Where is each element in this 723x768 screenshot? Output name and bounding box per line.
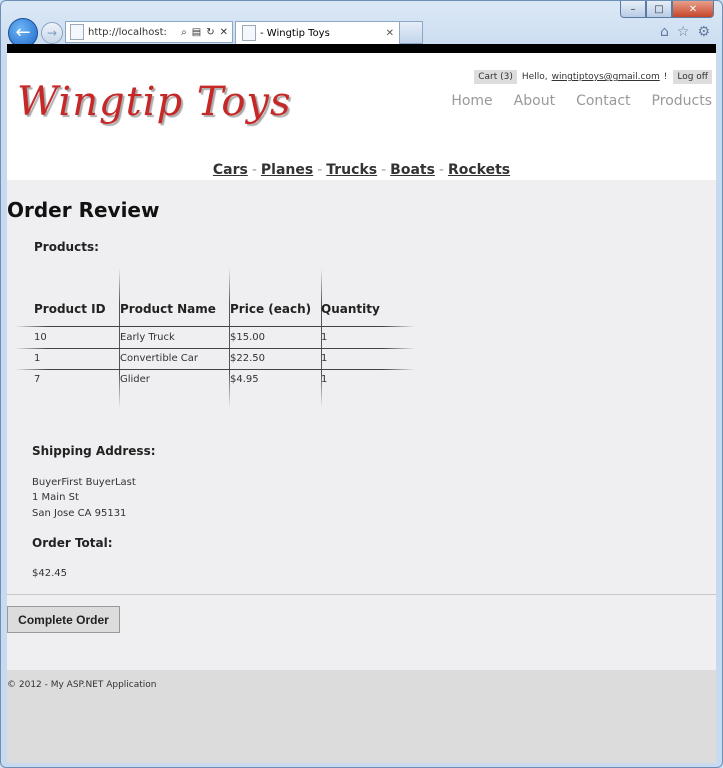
col-header-product-id: Product ID	[34, 302, 106, 316]
cart-link[interactable]: Cart (3)	[474, 70, 517, 84]
divider	[7, 594, 716, 595]
page-title: Order Review	[7, 198, 160, 222]
cell-product-id: 10	[34, 332, 47, 343]
site-header: Wingtip Toys Cart (3) Hello, wingtiptoys…	[7, 53, 716, 180]
tab-title: - Wingtip Toys	[260, 27, 330, 39]
logoff-link[interactable]: Log off	[673, 70, 712, 84]
category-boats[interactable]: Boats	[390, 162, 435, 178]
stop-icon[interactable]: ✕	[220, 27, 228, 38]
col-header-product-name: Product Name	[120, 302, 216, 316]
new-tab-button[interactable]	[399, 21, 423, 44]
products-label: Products:	[34, 240, 99, 254]
favorites-star-icon[interactable]: ☆	[677, 24, 690, 40]
address-line: San Jose CA 95131	[32, 508, 127, 519]
grid-rule	[15, 326, 415, 327]
tab-page-icon	[242, 25, 256, 41]
nav-products[interactable]: Products	[652, 93, 712, 109]
url-text: http://localhost:	[88, 26, 167, 38]
cell-quantity: 1	[321, 353, 328, 364]
settings-gear-icon[interactable]: ⚙	[697, 24, 710, 40]
order-total-label: Order Total:	[32, 536, 113, 550]
category-cars[interactable]: Cars	[213, 162, 248, 178]
cell-quantity: 1	[321, 374, 328, 385]
cell-product-name: Glider	[120, 374, 150, 385]
grid-rule	[15, 348, 415, 349]
grid-rule	[15, 369, 415, 370]
cell-product-name: Convertible Car	[120, 353, 198, 364]
cell-product-id: 7	[34, 374, 41, 385]
cell-price: $22.50	[230, 353, 265, 364]
browser-tab[interactable]: - Wingtip Toys ✕	[235, 21, 401, 44]
cell-product-id: 1	[34, 353, 41, 364]
compat-icon[interactable]: ▤	[192, 27, 201, 38]
shipping-label: Shipping Address:	[32, 444, 156, 458]
cell-quantity: 1	[321, 332, 328, 343]
close-tab-icon[interactable]: ✕	[386, 28, 394, 39]
top-black-bar	[7, 44, 716, 53]
col-header-quantity: Quantity	[321, 302, 380, 316]
web-page: Wingtip Toys Cart (3) Hello, wingtiptoys…	[7, 53, 716, 763]
category-rockets[interactable]: Rockets	[448, 162, 510, 178]
address-line: BuyerFirst BuyerLast	[32, 477, 136, 488]
site-logo[interactable]: Wingtip Toys	[17, 79, 292, 125]
forward-button[interactable]: →	[41, 22, 63, 44]
site-footer: © 2012 - My ASP.NET Application	[7, 670, 716, 763]
nav-about[interactable]: About	[514, 93, 555, 109]
main-nav: Home About Contact Products	[451, 93, 712, 109]
page-icon	[70, 24, 84, 40]
category-nav: Cars - Planes - Trucks - Boats - Rockets	[212, 162, 511, 178]
cell-product-name: Early Truck	[120, 332, 175, 343]
complete-order-button[interactable]: Complete Order	[7, 606, 120, 633]
refresh-icon[interactable]: ↻	[206, 27, 214, 38]
browser-window: – □ ✕ ← → http://localhost: ⌕ ▤ ↻ ✕ - Wi…	[0, 0, 723, 768]
order-grid: Product ID Product Name Price (each) Qua…	[15, 268, 415, 408]
order-total-value: $42.45	[32, 568, 67, 579]
home-icon[interactable]: ⌂	[660, 24, 669, 40]
search-icon[interactable]: ⌕	[181, 27, 187, 38]
login-area: Cart (3) Hello, wingtiptoys@gmail.com ! …	[474, 70, 712, 84]
nav-home[interactable]: Home	[451, 93, 492, 109]
nav-contact[interactable]: Contact	[576, 93, 630, 109]
hello-exclaim: !	[663, 72, 668, 82]
category-trucks[interactable]: Trucks	[326, 162, 377, 178]
category-planes[interactable]: Planes	[261, 162, 313, 178]
col-header-price: Price (each)	[230, 302, 312, 316]
footer-copyright: © 2012 - My ASP.NET Application	[7, 680, 157, 690]
address-bar[interactable]: http://localhost: ⌕ ▤ ↻ ✕	[65, 21, 233, 43]
cell-price: $4.95	[230, 374, 259, 385]
hello-text: Hello,	[521, 72, 548, 82]
cell-price: $15.00	[230, 332, 265, 343]
user-email-link[interactable]: wingtiptoys@gmail.com	[552, 72, 660, 82]
address-line: 1 Main St	[32, 492, 79, 503]
